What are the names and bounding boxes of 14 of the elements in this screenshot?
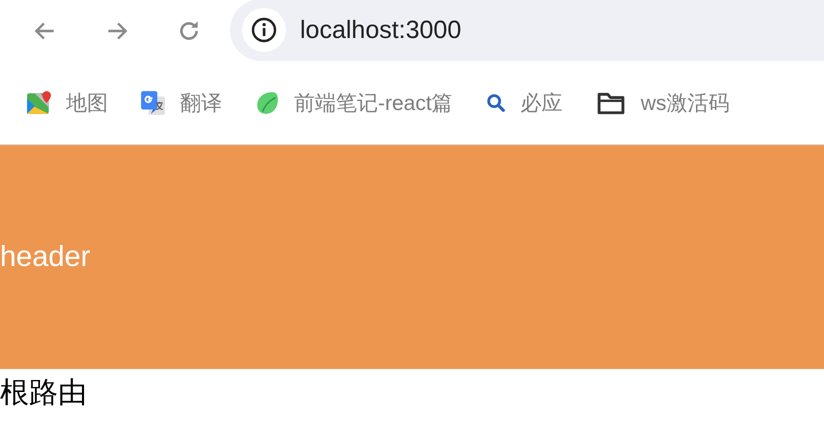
bookmark-item[interactable]: 前端笔记-react篇 <box>254 89 453 117</box>
translate-icon <box>140 90 166 116</box>
bookmark-item[interactable]: 地图 <box>26 89 108 117</box>
bookmark-item[interactable]: 翻译 <box>140 89 222 117</box>
search-icon <box>484 92 507 114</box>
content-text: 根路由 <box>0 376 88 411</box>
map-icon <box>26 90 52 116</box>
bookmark-item[interactable]: ws激活码 <box>594 89 730 117</box>
url-text: localhost:3000 <box>300 16 462 44</box>
address-bar[interactable]: localhost:3000 <box>230 0 824 61</box>
page-header: header <box>0 145 824 369</box>
info-icon[interactable] <box>242 8 286 52</box>
bookmark-item[interactable]: 必应 <box>484 89 563 117</box>
folder-icon <box>594 90 627 116</box>
